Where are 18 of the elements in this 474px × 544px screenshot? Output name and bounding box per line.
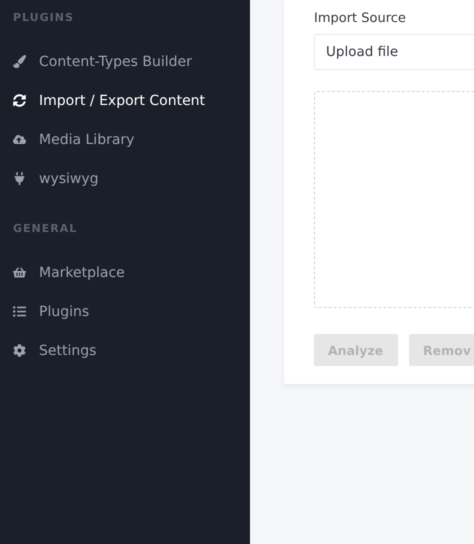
sidebar-item[interactable]: Import / Export Content bbox=[0, 81, 250, 120]
section-heading: GENERAL bbox=[12, 222, 78, 237]
section-heading: PLUGINS bbox=[12, 11, 75, 26]
basket-icon bbox=[12, 266, 27, 279]
plug-icon bbox=[12, 172, 27, 185]
sidebar-item[interactable]: Media Library bbox=[0, 120, 250, 159]
sidebar-item[interactable]: wysiwyg bbox=[0, 159, 250, 198]
paintbrush-icon bbox=[12, 55, 27, 68]
source-select[interactable]: Upload file bbox=[314, 34, 474, 70]
sidebar-item[interactable]: Marketplace bbox=[0, 253, 250, 292]
sidebar-item[interactable]: Plugins bbox=[0, 292, 250, 331]
field-label: Import Source bbox=[314, 11, 407, 26]
sidebar-item[interactable]: Content-Types Builder bbox=[0, 42, 250, 81]
sidebar-item[interactable]: Settings bbox=[0, 331, 250, 370]
list-icon bbox=[12, 305, 27, 318]
refresh-icon bbox=[12, 94, 27, 107]
settings-icon bbox=[12, 344, 27, 357]
cloud-upload-icon bbox=[12, 133, 27, 146]
